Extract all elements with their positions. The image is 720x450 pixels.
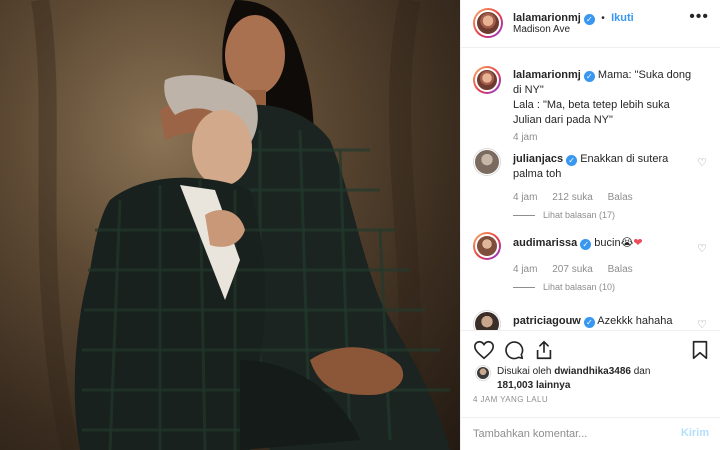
comment-likes[interactable]: 212 suka xyxy=(552,192,593,203)
caption-time[interactable]: 4 jam xyxy=(513,132,537,143)
comment-username[interactable]: julianjacs xyxy=(513,153,563,165)
comment-time[interactable]: 4 jam xyxy=(513,264,537,275)
red-heart-icon: ❤ xyxy=(633,237,643,249)
bookmark-icon[interactable] xyxy=(689,339,711,361)
avatar[interactable] xyxy=(475,365,491,381)
avatar[interactable] xyxy=(473,8,503,38)
comment-text: audimarissa ✓ bucin😭❤ xyxy=(513,236,693,251)
likes-prefix: Disukai oleh xyxy=(497,366,552,377)
caption-text: lalamarionmj ✓ Mama: "Suka dong di NY" La… xyxy=(513,68,693,128)
avatar[interactable] xyxy=(473,66,501,94)
caption-username[interactable]: lalamarionmj xyxy=(513,69,581,81)
more-horizontal-icon[interactable]: ••• xyxy=(689,8,709,26)
liker-username[interactable]: dwiandhika3486 xyxy=(554,366,631,377)
reply-button[interactable]: Balas xyxy=(608,264,633,275)
reply-button[interactable]: Balas xyxy=(608,192,633,203)
comment-username[interactable]: patriciagouw xyxy=(513,315,581,327)
verified-icon: ✓ xyxy=(580,239,592,250)
comment-meta: 4 jam 207 suka Balas xyxy=(513,264,645,275)
location[interactable]: Madison Ave xyxy=(513,24,570,35)
comment-body: bucin xyxy=(594,237,621,249)
post-panel: lalamarionmj ✓ • Ikuti Madison Ave ••• la… xyxy=(460,0,720,450)
likes-summary: Disukai oleh dwiandhika3486 dan 181,003 … xyxy=(497,365,650,393)
list-item: patriciagouw ✓ Azekkk hahaha ♡ xyxy=(473,306,711,330)
likes-suffix[interactable]: lainnya xyxy=(536,380,570,391)
verified-icon: ✓ xyxy=(583,317,595,328)
follow-dot: • xyxy=(601,13,605,24)
send-button[interactable]: Kirim xyxy=(681,427,709,439)
caption-line2: Lala : "Ma, beta tetep lebih suka Julian… xyxy=(513,99,670,126)
follow-button[interactable]: Ikuti xyxy=(611,12,634,24)
list-item: julianjacs ✓ Enakkan di sutera palma toh … xyxy=(473,144,711,224)
share-icon[interactable] xyxy=(533,339,555,361)
comment-likes[interactable]: 207 suka xyxy=(552,264,593,275)
avatar[interactable] xyxy=(473,310,501,330)
comment-text: patriciagouw ✓ Azekkk hahaha xyxy=(513,314,693,329)
heart-icon[interactable] xyxy=(473,339,495,361)
heart-outline-icon[interactable]: ♡ xyxy=(697,156,707,169)
list-item: audimarissa ✓ bucin😭❤ ♡ 4 jam 207 suka Ba… xyxy=(473,228,711,308)
add-comment-input[interactable] xyxy=(473,426,663,442)
view-replies-button[interactable]: Lihat balasan (10) xyxy=(513,282,615,292)
comment-time[interactable]: 4 jam xyxy=(513,192,537,203)
avatar[interactable] xyxy=(473,232,501,260)
comment-meta: 4 jam 212 suka Balas xyxy=(513,192,645,203)
post-timestamp[interactable]: 4 JAM YANG LALU xyxy=(473,395,548,404)
post-header: lalamarionmj ✓ • Ikuti Madison Ave ••• xyxy=(461,0,720,48)
view-replies-button[interactable]: Lihat balasan (17) xyxy=(513,210,615,220)
heart-outline-icon[interactable]: ♡ xyxy=(697,318,707,330)
add-comment-bar: Kirim xyxy=(461,417,720,450)
post-photo-illustration xyxy=(31,0,450,450)
header-username[interactable]: lalamarionmj xyxy=(513,12,581,24)
likes-conj: dan xyxy=(633,366,651,377)
avatar[interactable] xyxy=(473,148,501,176)
post-photo[interactable] xyxy=(0,0,460,450)
comment-text: julianjacs ✓ Enakkan di sutera palma toh xyxy=(513,152,693,182)
crying-emoji-icon: 😭 xyxy=(620,237,634,249)
heart-outline-icon[interactable]: ♡ xyxy=(697,242,707,255)
header-user-row: lalamarionmj ✓ • Ikuti xyxy=(513,10,634,25)
caption-meta: 4 jam xyxy=(513,132,549,143)
comment-username[interactable]: audimarissa xyxy=(513,237,577,249)
comments-list: lalamarionmj ✓ Mama: "Suka dong di NY" La… xyxy=(461,48,720,330)
comment-body: Azekkk hahaha xyxy=(597,315,673,327)
verified-icon: ✓ xyxy=(583,71,595,82)
verified-icon: ✓ xyxy=(566,155,578,166)
caption: lalamarionmj ✓ Mama: "Suka dong di NY" La… xyxy=(473,64,711,156)
comment-icon[interactable] xyxy=(503,339,525,361)
verified-icon: ✓ xyxy=(583,14,595,25)
action-bar: Disukai oleh dwiandhika3486 dan 181,003 … xyxy=(461,330,720,400)
likes-count[interactable]: 181,003 xyxy=(497,380,533,391)
